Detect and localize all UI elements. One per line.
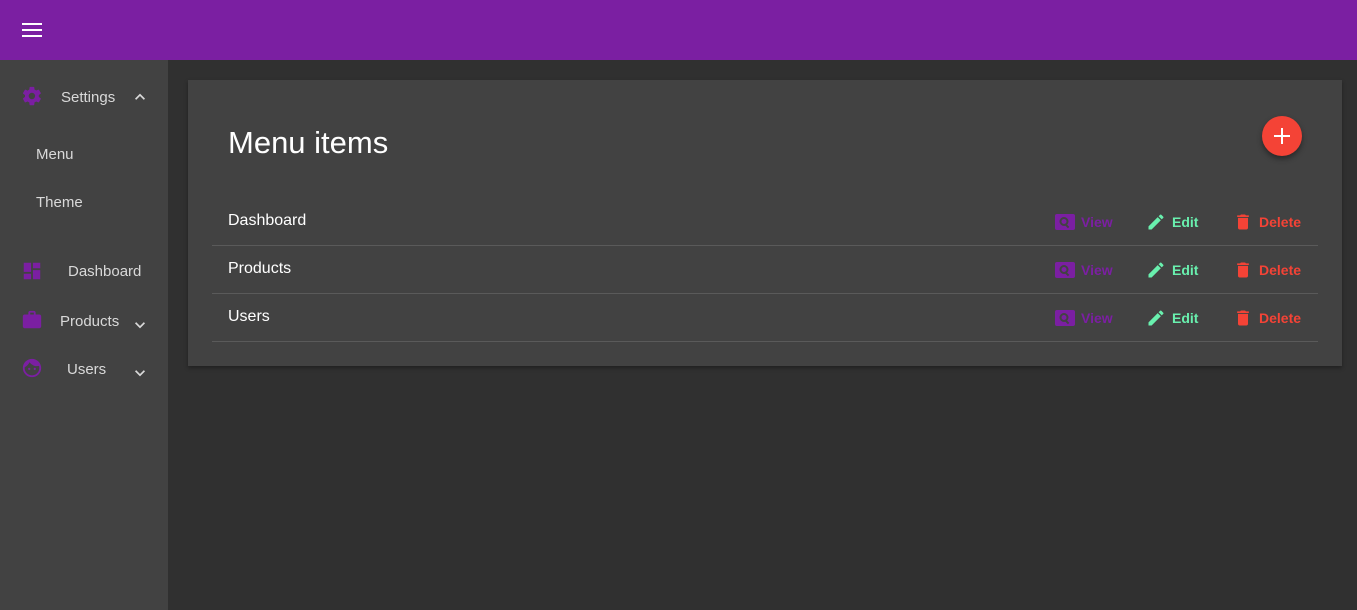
sidebar: Settings Menu Theme Dashboard Products U… <box>0 60 168 610</box>
search-icon <box>1055 262 1075 278</box>
sidebar-subitem-theme-label: Theme <box>36 194 83 211</box>
delete-label: Delete <box>1259 262 1302 278</box>
dashboard-icon <box>23 262 41 280</box>
edit-label: Edit <box>1172 214 1199 230</box>
view-label: View <box>1081 214 1113 230</box>
sidebar-item-products[interactable]: Products <box>0 297 168 345</box>
briefcase-icon <box>22 310 42 329</box>
face-icon <box>22 358 42 378</box>
sidebar-item-settings[interactable]: Settings <box>0 73 168 121</box>
sidebar-item-users[interactable]: Users <box>0 345 168 393</box>
edit-button[interactable]: Edit <box>1146 258 1198 282</box>
trash-icon <box>1237 310 1249 326</box>
row-name: Users <box>228 308 270 325</box>
add-menu-item-button[interactable] <box>1262 116 1302 156</box>
edit-label: Edit <box>1172 262 1199 278</box>
hamburger-menu-icon <box>22 23 42 37</box>
delete-button[interactable]: Delete <box>1233 258 1301 282</box>
menu-items-card: Menu items Dashboard View Edit Delete Pr… <box>188 80 1342 366</box>
gear-icon <box>22 86 41 106</box>
trash-icon <box>1237 214 1249 230</box>
menu-toggle-button[interactable] <box>12 10 52 50</box>
view-label: View <box>1081 310 1113 326</box>
table-row: Products View Edit Delete <box>212 246 1318 294</box>
search-icon <box>1055 214 1075 230</box>
view-button[interactable]: View <box>1055 210 1113 234</box>
trash-icon <box>1237 262 1249 278</box>
row-name: Dashboard <box>228 212 307 229</box>
sidebar-item-settings-label: Settings <box>61 89 116 106</box>
chevron-down-icon <box>135 370 145 377</box>
top-app-bar <box>0 0 1357 60</box>
pencil-icon <box>1148 310 1164 326</box>
view-button[interactable]: View <box>1055 258 1113 282</box>
view-button[interactable]: View <box>1055 306 1113 330</box>
sidebar-item-users-label: Users <box>67 361 107 378</box>
search-icon <box>1055 310 1075 326</box>
table-row: Users View Edit Delete <box>212 294 1318 342</box>
chevron-up-icon <box>135 93 145 100</box>
pencil-icon <box>1148 214 1164 230</box>
table-row: Dashboard View Edit Delete <box>212 198 1318 246</box>
delete-button[interactable]: Delete <box>1233 306 1301 330</box>
edit-button[interactable]: Edit <box>1146 306 1198 330</box>
sidebar-item-dashboard[interactable]: Dashboard <box>0 248 168 296</box>
chevron-down-icon <box>135 322 145 329</box>
delete-label: Delete <box>1259 310 1302 326</box>
view-label: View <box>1081 262 1113 278</box>
row-name: Products <box>228 260 292 277</box>
edit-label: Edit <box>1172 310 1199 326</box>
page-title: Menu items <box>228 125 389 160</box>
delete-label: Delete <box>1259 214 1302 230</box>
plus-icon <box>1274 128 1290 144</box>
edit-button[interactable]: Edit <box>1146 210 1198 234</box>
delete-button[interactable]: Delete <box>1233 210 1301 234</box>
sidebar-item-products-label: Products <box>60 313 120 330</box>
sidebar-subitem-theme[interactable]: Theme <box>0 180 168 228</box>
sidebar-subitem-menu[interactable]: Menu <box>0 132 168 180</box>
pencil-icon <box>1148 262 1164 278</box>
sidebar-item-dashboard-label: Dashboard <box>68 263 142 280</box>
sidebar-subitem-menu-label: Menu <box>36 146 74 163</box>
